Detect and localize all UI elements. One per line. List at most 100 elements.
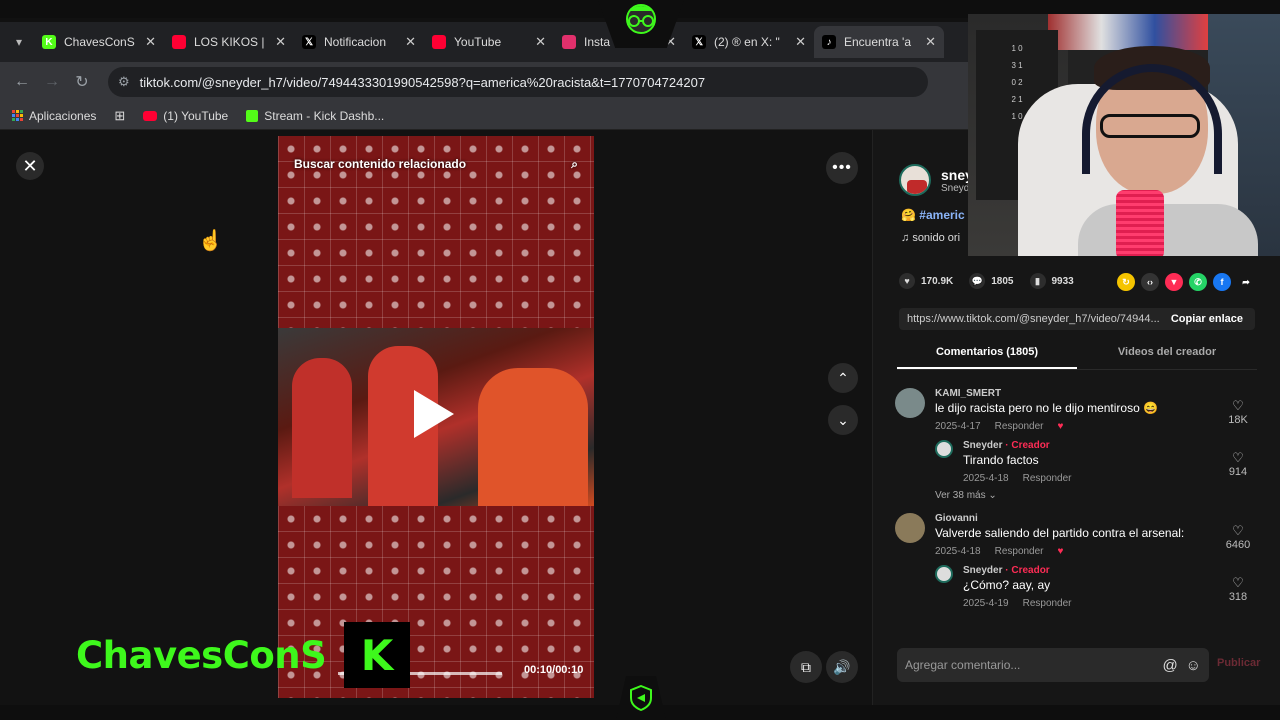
tab-title: YouTube [454,35,502,49]
save-button[interactable]: ▮ 9933 [1029,273,1074,289]
avatar[interactable] [895,513,925,543]
publish-button[interactable]: Publicar [1217,657,1260,669]
video-timecode: 00:10/00:10 [524,664,584,676]
tab-title: ChavesConS [64,35,135,49]
comment-like[interactable]: ♡ 318 [1223,575,1253,603]
related-search-text: Buscar contenido relacionado [294,157,467,171]
video-sound[interactable]: ♫ sonido ori [901,232,960,244]
comment-username[interactable]: Sneyder [963,565,1002,576]
streamer-body [1078,204,1258,256]
browser-tab[interactable]: ♪ Encuentra 'a ✕ [814,26,944,58]
close-tab-icon[interactable]: ✕ [405,34,416,50]
share-arrow-icon[interactable]: ➦ [1237,273,1255,291]
close-tab-icon[interactable]: ✕ [795,34,806,50]
heart-outline-icon: ♡ [1232,575,1244,590]
close-tab-icon[interactable]: ✕ [275,34,286,50]
avatar[interactable] [935,440,953,458]
browser-tab[interactable]: YouTube ✕ [424,26,554,58]
picture-in-picture-icon[interactable]: ⧉ [790,651,822,683]
comment-item: KAMI_SMERT le dijo racista pero no le di… [895,388,1261,432]
tab-title: Encuentra 'a [844,35,912,49]
reload-icon[interactable]: ↻ [70,70,94,94]
more-options-icon[interactable]: ••• [826,152,858,184]
instagram-icon [562,35,576,49]
play-icon[interactable] [414,390,454,438]
tab-comments[interactable]: Comentarios (1805) [897,346,1077,369]
reply-button[interactable]: Responder [1023,598,1072,609]
browser-tab[interactable]: LOS KIKOS | ✕ [164,26,294,58]
embed-code-icon[interactable]: ‹› [1141,273,1159,291]
browser-tab[interactable]: 𝕏 (2) ® en X: " ✕ [684,26,814,58]
close-tab-icon[interactable]: ✕ [925,34,936,50]
tab-creator-videos[interactable]: Videos del creador [1077,346,1257,369]
scoreboard-line: 0 2 [1011,78,1023,87]
browser-tab[interactable]: 𝕏 Notificacion ✕ [294,26,424,58]
share-buttons: ↻ ‹› ▼ ✆ f ➦ [1117,273,1255,291]
site-settings-icon[interactable]: ⚙ [118,74,130,90]
comment-like[interactable]: ♡ 18K [1223,398,1253,426]
close-icon[interactable]: ✕ [16,152,44,180]
facebook-icon[interactable]: f [1213,273,1231,291]
creator-avatar[interactable] [899,164,931,196]
youtube-icon [172,35,186,49]
comment-username[interactable]: KAMI_SMERT [935,388,1261,399]
comment-input[interactable]: Agregar comentario... [905,658,1020,672]
comment-text: Valverde saliendo del partido contra el … [935,526,1185,540]
youtube-icon [143,110,158,121]
kick-icon [246,109,259,122]
like-button[interactable]: ♥ 170.9K [899,273,953,289]
comments-count: 1805 [991,275,1014,287]
next-video-chevron-down-icon[interactable]: ⌄ [828,405,858,435]
comment-date: 2025-4-17 [935,421,981,432]
comment-like[interactable]: ♡ 6460 [1223,523,1253,551]
avatar[interactable] [895,388,925,418]
wall-poster [1048,14,1208,50]
comment-username[interactable]: Giovanni [935,513,1261,524]
whatsapp-icon[interactable]: ✆ [1189,273,1207,291]
creator-info[interactable]: sney Sneyd [899,164,973,196]
bookmark-kick[interactable]: Stream - Kick Dashb... [246,109,384,123]
bookmark-tab-groups[interactable]: ⊞ [114,108,125,124]
send-icon[interactable]: ▼ [1165,273,1183,291]
address-bar[interactable]: ⚙ tiktok.com/@sneyder_h7/video/749443330… [108,67,928,97]
volume-icon[interactable]: 🔊 [826,651,858,683]
comment-composer[interactable]: Agregar comentario... @ ☺ [897,648,1209,682]
avatar[interactable] [935,565,953,583]
comment-button[interactable]: 💬 1805 [969,273,1014,289]
emoji-picker-icon[interactable]: ☺ [1186,657,1201,674]
browser-tab[interactable]: K ChavesConS ✕ [34,26,164,58]
bookmark-label: Aplicaciones [29,108,97,123]
webcam-feed: 1 0 3 1 0 2 2 1 1 0 [968,14,1280,256]
forward-icon[interactable]: → [40,70,64,94]
back-icon[interactable]: ← [10,70,34,94]
creator-tag: · Creador [1002,565,1050,576]
comment-like[interactable]: ♡ 914 [1223,450,1253,478]
heart-icon: ♥ [899,273,915,289]
mouse-cursor-icon: ☝ [198,230,223,252]
tab-search-dropdown-icon[interactable]: ▾ [4,27,34,57]
mention-icon[interactable]: @ [1162,657,1177,674]
video-player[interactable]: Buscar contenido relacionado ⌕ 00:10/00:… [278,136,594,698]
reply-button[interactable]: Responder [995,421,1044,432]
copy-link-button[interactable]: Copiar enlace [1171,313,1243,325]
video-hashtag[interactable]: 🤗 #americ [901,208,965,222]
comment-text: le dijo racista pero no le dijo mentiros… [935,401,1159,415]
view-more-replies[interactable]: Ver 38 más ⌄ [935,490,1261,501]
previous-video-chevron-up-icon[interactable]: ⌃ [828,363,858,393]
sound-text: sonido ori [912,232,961,244]
repost-icon[interactable]: ↻ [1117,273,1135,291]
comment-username[interactable]: Sneyder [963,440,1002,451]
close-tab-icon[interactable]: ✕ [145,34,156,50]
comment-like-count: 318 [1228,591,1248,603]
x-icon: 𝕏 [692,35,706,49]
reply-button[interactable]: Responder [995,546,1044,557]
bookmark-apps[interactable]: Aplicaciones [12,109,96,123]
video-link-text[interactable]: https://www.tiktok.com/@sneyder_h7/video… [907,313,1160,325]
water-bottle [1116,190,1164,256]
hashtag-text: #americ [919,208,965,222]
close-tab-icon[interactable]: ✕ [535,34,546,50]
apps-grid-icon [12,110,23,121]
related-search-overlay[interactable]: Buscar contenido relacionado ⌕ [294,154,578,174]
bookmark-youtube[interactable]: (1) YouTube [143,109,228,123]
reply-button[interactable]: Responder [1023,473,1072,484]
